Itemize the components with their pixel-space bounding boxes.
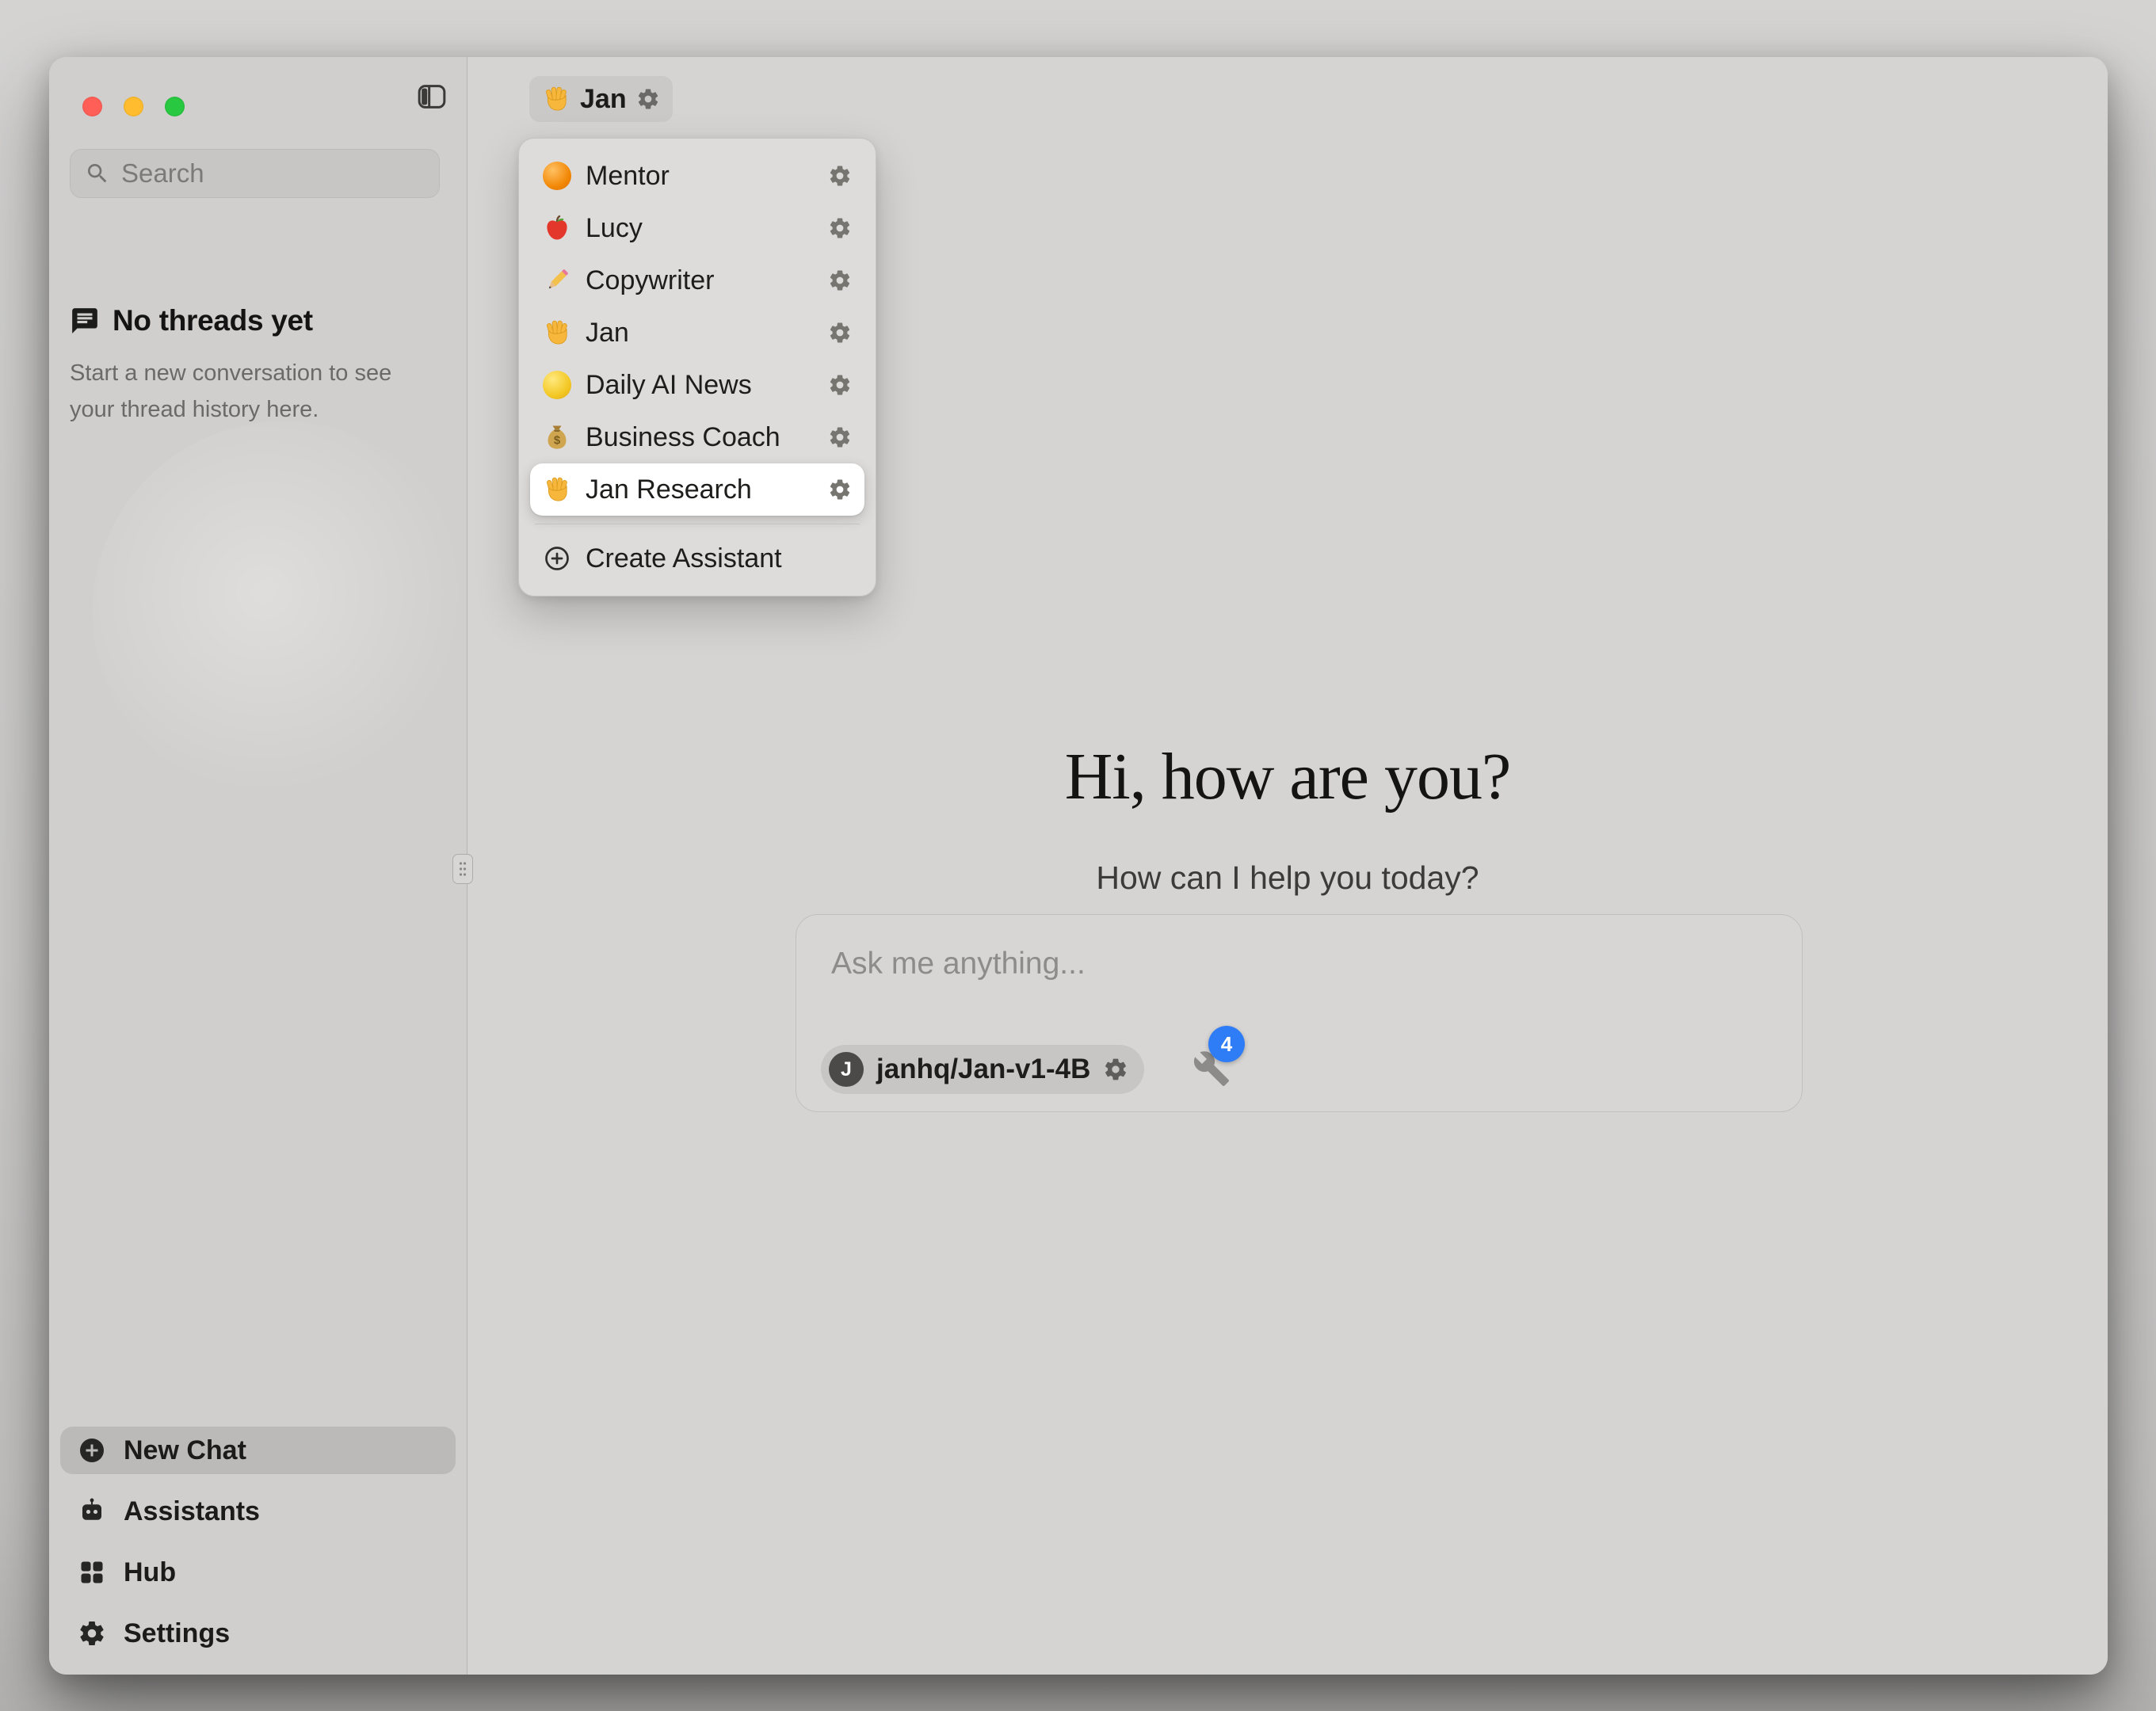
gear-icon[interactable] — [828, 321, 852, 345]
chat-bubble-icon — [70, 306, 100, 336]
search-input[interactable] — [121, 158, 458, 189]
app-window: No threads yet Start a new conversation … — [49, 57, 2108, 1675]
model-avatar: J — [829, 1052, 864, 1087]
nav-label: New Chat — [124, 1435, 246, 1466]
wave-hand-icon — [543, 318, 571, 347]
menu-item-label: Jan Research — [586, 474, 752, 505]
gear-icon — [78, 1619, 106, 1648]
greeting: Hi, how are you? How can I help you toda… — [467, 738, 2108, 897]
sidebar-nav: New Chat Assistants Hub Settings — [60, 1427, 456, 1657]
tools-count-badge: 4 — [1208, 1026, 1245, 1062]
gear-icon[interactable] — [1103, 1057, 1128, 1082]
menu-item-label: Lucy — [586, 213, 643, 244]
search-icon — [85, 161, 110, 186]
menu-item-daily-ai-news[interactable]: Daily AI News — [530, 359, 864, 411]
wave-hand-icon — [542, 85, 570, 113]
money-bag-icon — [543, 423, 571, 452]
sidebar-item-assistants[interactable]: Assistants — [60, 1488, 456, 1535]
menu-item-copywriter[interactable]: Copywriter — [530, 254, 864, 307]
empty-state-description: Start a new conversation to see your thr… — [70, 355, 426, 428]
composer-card: J janhq/Jan-v1-4B 4 — [796, 914, 1803, 1112]
menu-item-mentor[interactable]: Mentor — [530, 150, 864, 202]
sidebar-item-new-chat[interactable]: New Chat — [60, 1427, 456, 1474]
main-area: Jan Mentor Lucy Copywriter Jan — [467, 57, 2108, 1675]
sidebar-item-settings[interactable]: Settings — [60, 1610, 456, 1657]
model-selector-button[interactable]: J janhq/Jan-v1-4B — [821, 1045, 1144, 1094]
greeting-subtitle: How can I help you today? — [467, 859, 2108, 897]
gear-icon[interactable] — [828, 164, 852, 188]
sidebar-resize-handle[interactable] — [452, 854, 473, 884]
yellow-circle-icon — [543, 371, 571, 399]
menu-item-lucy[interactable]: Lucy — [530, 202, 864, 254]
menu-item-label: Business Coach — [586, 422, 780, 453]
orange-circle-icon — [543, 162, 571, 190]
assistant-dropdown-menu: Mentor Lucy Copywriter Jan Daily AI News — [518, 138, 876, 596]
plus-circle-icon — [78, 1436, 106, 1465]
gear-icon[interactable] — [828, 425, 852, 449]
gear-icon[interactable] — [828, 478, 852, 501]
threads-empty-state: No threads yet Start a new conversation … — [70, 304, 450, 428]
toggle-sidebar-icon[interactable] — [415, 81, 448, 112]
apple-icon — [543, 214, 571, 242]
traffic-lights — [82, 97, 185, 116]
assistant-name: Jan — [580, 84, 627, 115]
assistant-selector-button[interactable]: Jan — [529, 76, 673, 122]
gear-icon[interactable] — [828, 216, 852, 240]
model-name: janhq/Jan-v1-4B — [876, 1054, 1090, 1085]
chat-input[interactable] — [831, 947, 1703, 981]
menu-item-create-assistant[interactable]: Create Assistant — [530, 532, 864, 585]
zoom-window-button[interactable] — [165, 97, 185, 116]
menu-item-label: Copywriter — [586, 265, 714, 296]
greeting-title: Hi, how are you? — [467, 738, 2108, 815]
nav-label: Hub — [124, 1557, 176, 1588]
sidebar: No threads yet Start a new conversation … — [49, 57, 467, 1675]
menu-item-label: Jan — [586, 318, 629, 349]
search-box[interactable] — [70, 149, 440, 198]
menu-item-label: Create Assistant — [586, 543, 782, 574]
sidebar-item-hub[interactable]: Hub — [60, 1549, 456, 1596]
wave-hand-icon — [543, 475, 571, 504]
assistants-icon — [78, 1497, 106, 1526]
nav-label: Assistants — [124, 1496, 260, 1527]
gear-icon[interactable] — [636, 87, 660, 111]
menu-item-label: Daily AI News — [586, 370, 752, 401]
menu-item-jan-research[interactable]: Jan Research — [530, 463, 864, 516]
hub-grid-icon — [78, 1558, 106, 1587]
menu-item-label: Mentor — [586, 161, 670, 192]
close-window-button[interactable] — [82, 97, 102, 116]
menu-item-jan[interactable]: Jan — [530, 307, 864, 359]
gear-icon[interactable] — [828, 373, 852, 397]
menu-item-business-coach[interactable]: Business Coach — [530, 411, 864, 463]
gear-icon[interactable] — [828, 269, 852, 292]
empty-state-title: No threads yet — [113, 304, 313, 337]
minimize-window-button[interactable] — [124, 97, 143, 116]
nav-label: Settings — [124, 1618, 230, 1649]
pencil-icon — [543, 266, 571, 295]
sidebar-highlight-blob — [93, 421, 473, 802]
plus-circle-outline-icon — [543, 544, 571, 573]
